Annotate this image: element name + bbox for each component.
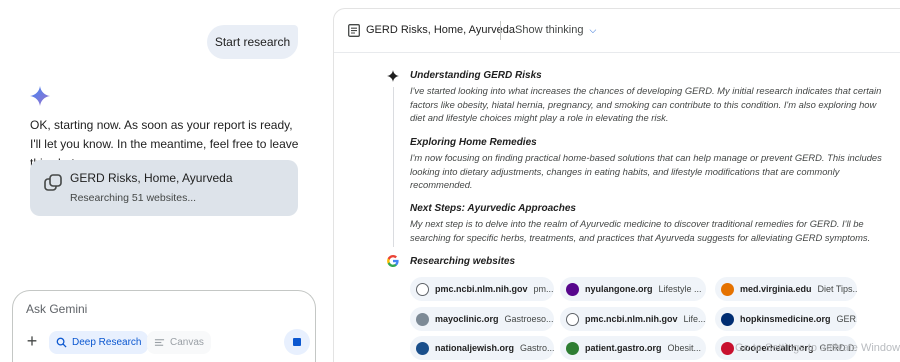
source-description: Life... — [683, 314, 706, 324]
add-plus-icon[interactable]: + — [23, 332, 41, 351]
source-domain: nyulangone.org — [585, 284, 653, 294]
deep-research-icon — [56, 337, 67, 348]
source-description: Obesit... — [667, 343, 702, 353]
source-domain: patient.gastro.org — [585, 343, 662, 353]
source-domain: mayoclinic.org — [435, 314, 499, 324]
source-chip[interactable]: mayoclinic.org Gastroeso... — [410, 307, 554, 331]
gemini-sparkle-icon — [30, 86, 50, 106]
canvas-icon — [154, 339, 165, 346]
windows-activation-watermark: Go to Settings to activate Windows. — [735, 342, 900, 354]
hopkins-logo — [721, 312, 734, 326]
source-chip[interactable]: pmc.ncbi.nlm.nih.gov pm... — [410, 277, 554, 301]
chat-pane: Start research OK, starting now. As soon… — [0, 0, 333, 362]
document-icon — [348, 24, 360, 37]
source-description: GER... — [836, 314, 857, 324]
step-body: I've started looking into what increases… — [410, 85, 882, 124]
thinking-sparkle-icon — [387, 70, 399, 82]
uva-logo — [721, 282, 734, 296]
show-thinking-toggle[interactable]: Show thinking ⌵ — [515, 24, 596, 36]
source-chip[interactable]: pmc.ncbi.nlm.nih.gov Life... — [560, 307, 706, 331]
globe-icon — [566, 312, 579, 326]
source-chip[interactable]: hopkinsmedicine.org GER... — [715, 307, 857, 331]
nyu-logo — [566, 282, 579, 296]
source-chip[interactable]: patient.gastro.org Obesit... — [560, 336, 706, 360]
research-report-icon — [44, 174, 62, 191]
prompt-input-placeholder[interactable]: Ask Gemini — [26, 302, 87, 316]
research-panel-header: GERD Risks, Home, Ayurveda Show thinking… — [334, 9, 900, 53]
source-domain: pmc.ncbi.nlm.nih.gov — [585, 314, 678, 324]
source-description: Lifestyle ... — [658, 284, 702, 294]
research-panel-title: GERD Risks, Home, Ayurveda — [366, 24, 515, 36]
deep-research-label: Deep Research — [72, 337, 142, 348]
header-divider — [500, 21, 501, 40]
thinking-timeline-line — [393, 87, 394, 247]
stop-icon — [293, 338, 301, 346]
deep-research-button[interactable]: Deep Research — [49, 331, 149, 354]
agaf-logo — [566, 341, 579, 355]
step-title: Understanding GERD Risks — [410, 70, 542, 81]
report-card[interactable]: GERD Risks, Home, Ayurveda Researching 5… — [30, 160, 298, 216]
cooper-logo — [721, 341, 734, 355]
canvas-button[interactable]: Canvas — [147, 331, 211, 354]
globe-icon — [416, 282, 429, 296]
source-domain: pmc.ncbi.nlm.nih.gov — [435, 284, 528, 294]
user-message-bubble: Start research — [207, 25, 298, 59]
step-body: I'm now focusing on finding practical ho… — [410, 152, 882, 191]
step-body: My next step is to delve into the realm … — [410, 218, 871, 243]
google-g-icon — [387, 255, 399, 267]
source-chip[interactable]: nationaljewish.org Gastro... — [410, 336, 554, 360]
show-thinking-label: Show thinking — [515, 24, 584, 36]
source-chip[interactable]: nyulangone.org Lifestyle ... — [560, 277, 706, 301]
nj-logo — [416, 341, 429, 355]
source-domain: hopkinsmedicine.org — [740, 314, 831, 324]
source-description: Diet Tips... — [817, 284, 857, 294]
step-title: Exploring Home Remedies — [410, 137, 537, 148]
research-panel: GERD Risks, Home, Ayurveda Show thinking… — [333, 8, 900, 362]
researching-websites-title: Researching websites — [410, 256, 516, 267]
source-domain: med.virginia.edu — [740, 284, 812, 294]
canvas-label: Canvas — [170, 337, 204, 348]
source-chip[interactable]: med.virginia.edu Diet Tips... — [715, 277, 857, 301]
stop-button[interactable] — [284, 329, 310, 355]
mayo-logo — [416, 312, 429, 326]
report-card-title: GERD Risks, Home, Ayurveda — [70, 171, 233, 185]
chevron-down-icon: ⌵ — [589, 24, 597, 35]
report-card-status: Researching 51 websites... — [70, 192, 197, 204]
source-description: pm... — [533, 284, 554, 294]
prompt-input-box[interactable]: Ask Gemini + Deep Research Canvas — [12, 290, 316, 362]
step-title: Next Steps: Ayurvedic Approaches — [410, 203, 576, 214]
source-description: Gastro... — [520, 343, 554, 353]
source-domain: nationaljewish.org — [435, 343, 515, 353]
source-description: Gastroeso... — [504, 314, 554, 324]
